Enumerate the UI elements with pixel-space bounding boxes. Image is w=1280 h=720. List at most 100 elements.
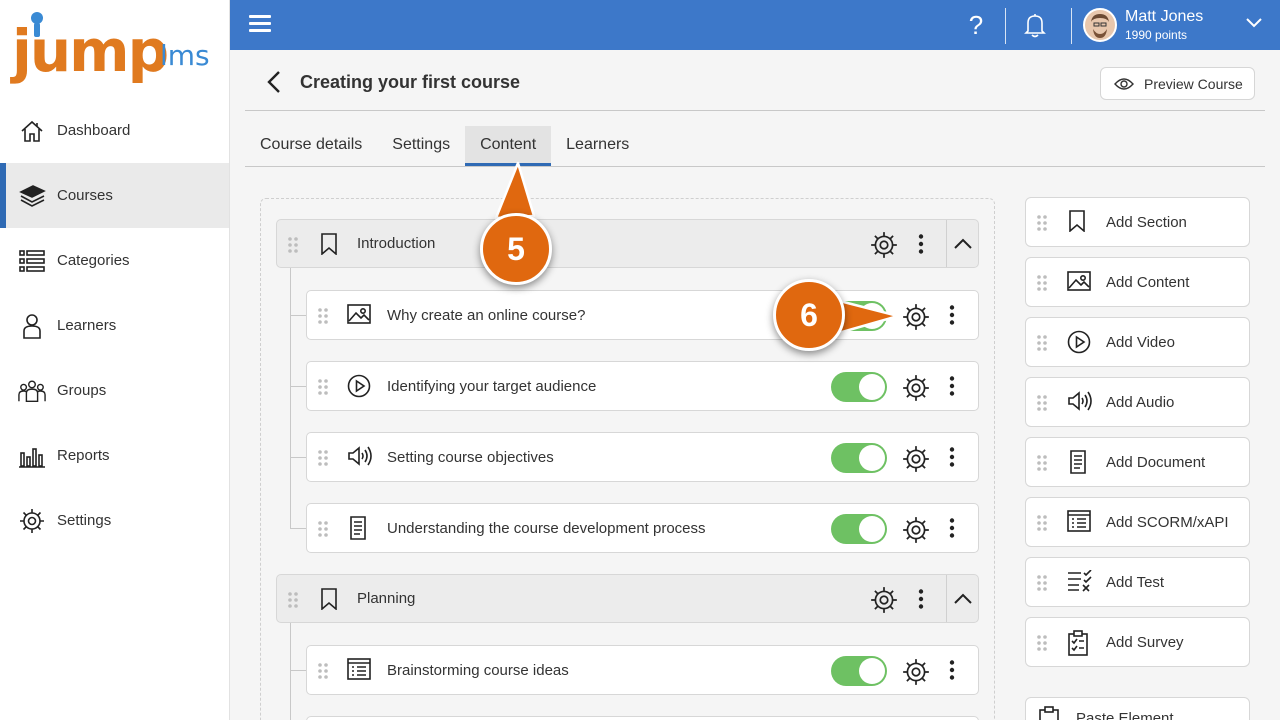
add-test-button[interactable]: Add Test	[1025, 557, 1250, 607]
action-label: Add SCORM/xAPI	[1106, 514, 1229, 531]
divider	[1071, 8, 1072, 44]
gear-icon[interactable]	[869, 585, 899, 615]
jumplms-logo[interactable]: jump lms	[10, 8, 225, 98]
page-title: Creating your first course	[300, 72, 521, 92]
drag-handle-icon[interactable]	[1036, 275, 1048, 291]
tree-line	[290, 623, 291, 720]
more-vertical-icon[interactable]	[948, 518, 956, 538]
content-item[interactable]: Understanding the course development pro…	[306, 503, 979, 553]
sidebar-item-groups[interactable]: Groups	[0, 358, 229, 423]
bookmark-icon	[319, 588, 339, 610]
audio-icon	[1067, 390, 1093, 412]
drag-handle-icon[interactable]	[1036, 635, 1048, 651]
visibility-toggle[interactable]	[831, 443, 887, 473]
gear-icon[interactable]	[901, 515, 931, 545]
callout-step-6: 6	[773, 279, 845, 351]
add-document-button[interactable]: Add Document	[1025, 437, 1250, 487]
callout-pointer	[494, 161, 536, 220]
gear-icon[interactable]	[869, 230, 899, 260]
tree-line	[290, 268, 291, 528]
help-icon[interactable]: ?	[963, 10, 989, 40]
sidebar: jump lms Dashboard Courses Categories Le…	[0, 0, 230, 720]
action-label: Add Video	[1106, 334, 1175, 351]
section-row[interactable]: Introduction	[276, 219, 979, 268]
visibility-toggle[interactable]	[831, 514, 887, 544]
more-vertical-icon[interactable]	[917, 589, 925, 609]
tab-learners[interactable]: Learners	[551, 126, 644, 166]
drag-handle-icon[interactable]	[1036, 215, 1048, 231]
drag-handle-icon[interactable]	[317, 450, 329, 466]
tree-branch	[290, 457, 306, 458]
avatar[interactable]	[1083, 8, 1117, 42]
add-content-button[interactable]: Add Content	[1025, 257, 1250, 307]
drag-handle-icon[interactable]	[317, 379, 329, 395]
sidebar-item-settings[interactable]: Settings	[0, 488, 229, 553]
content-item[interactable]: Brainstorming course ideas	[306, 645, 979, 695]
content-item-title: Brainstorming course ideas	[387, 662, 569, 679]
drag-handle-icon[interactable]	[317, 663, 329, 679]
content-item-title: Setting course objectives	[387, 449, 554, 466]
tab-course-details[interactable]: Course details	[245, 126, 377, 166]
top-bar: ? Matt Jones 1990 points	[230, 0, 1280, 50]
content-item[interactable]	[306, 716, 979, 720]
collapse-button[interactable]	[946, 575, 979, 622]
visibility-toggle[interactable]	[831, 372, 887, 402]
gear-icon[interactable]	[901, 657, 931, 687]
sidebar-item-reports[interactable]: Reports	[0, 423, 229, 488]
add-section-button[interactable]: Add Section	[1025, 197, 1250, 247]
sidebar-item-dashboard[interactable]: Dashboard	[0, 98, 229, 163]
user-name[interactable]: Matt Jones	[1125, 8, 1203, 26]
paste-element-button[interactable]: Paste Element	[1025, 697, 1250, 720]
add-scorm-button[interactable]: Add SCORM/xAPI	[1025, 497, 1250, 547]
document-icon	[1067, 450, 1089, 474]
tree-branch	[290, 315, 306, 316]
menu-icon[interactable]	[249, 15, 271, 35]
more-vertical-icon[interactable]	[917, 234, 925, 254]
sidebar-item-courses[interactable]: Courses	[0, 163, 229, 228]
content-item[interactable]: Identifying your target audience	[306, 361, 979, 411]
action-label: Add Test	[1106, 574, 1165, 591]
add-survey-button[interactable]: Add Survey	[1025, 617, 1250, 667]
home-icon	[18, 117, 46, 145]
drag-handle-icon[interactable]	[317, 521, 329, 537]
preview-course-button[interactable]: Preview Course	[1100, 67, 1255, 100]
visibility-toggle[interactable]	[831, 656, 887, 686]
sidebar-item-learners[interactable]: Learners	[0, 293, 229, 358]
drag-handle-icon[interactable]	[287, 592, 299, 608]
drag-handle-icon[interactable]	[1036, 515, 1048, 531]
tree-branch	[290, 528, 306, 529]
drag-handle-icon[interactable]	[1036, 335, 1048, 351]
section-row[interactable]: Planning	[276, 574, 979, 623]
drag-handle-icon[interactable]	[1036, 455, 1048, 471]
learner-icon	[18, 312, 46, 340]
more-vertical-icon[interactable]	[948, 660, 956, 680]
chevron-down-icon[interactable]	[1245, 17, 1263, 29]
sidebar-item-label: Settings	[57, 512, 112, 529]
survey-icon	[1067, 630, 1089, 656]
gear-icon[interactable]	[901, 373, 931, 403]
sidebar-nav: Dashboard Courses Categories Learners Gr…	[0, 98, 229, 553]
user-points: 1990 points	[1125, 28, 1188, 42]
content-item[interactable]: Setting course objectives	[306, 432, 979, 482]
sidebar-item-label: Categories	[57, 252, 130, 269]
more-vertical-icon[interactable]	[948, 376, 956, 396]
gear-icon[interactable]	[901, 444, 931, 474]
more-vertical-icon[interactable]	[948, 447, 956, 467]
bell-icon[interactable]	[1024, 12, 1046, 38]
add-video-button[interactable]: Add Video	[1025, 317, 1250, 367]
drag-handle-icon[interactable]	[1036, 575, 1048, 591]
drag-handle-icon[interactable]	[287, 237, 299, 253]
back-arrow-icon[interactable]	[263, 70, 285, 94]
sidebar-item-categories[interactable]: Categories	[0, 228, 229, 293]
drag-handle-icon[interactable]	[1036, 395, 1048, 411]
gear-icon[interactable]	[901, 302, 931, 332]
collapse-button[interactable]	[946, 220, 979, 267]
test-icon	[1067, 570, 1093, 592]
tree-branch	[290, 670, 306, 671]
more-vertical-icon[interactable]	[948, 305, 956, 325]
section-title: Introduction	[357, 235, 436, 252]
tab-settings[interactable]: Settings	[377, 126, 465, 166]
add-audio-button[interactable]: Add Audio	[1025, 377, 1250, 427]
courses-icon	[18, 182, 46, 210]
drag-handle-icon[interactable]	[317, 308, 329, 324]
